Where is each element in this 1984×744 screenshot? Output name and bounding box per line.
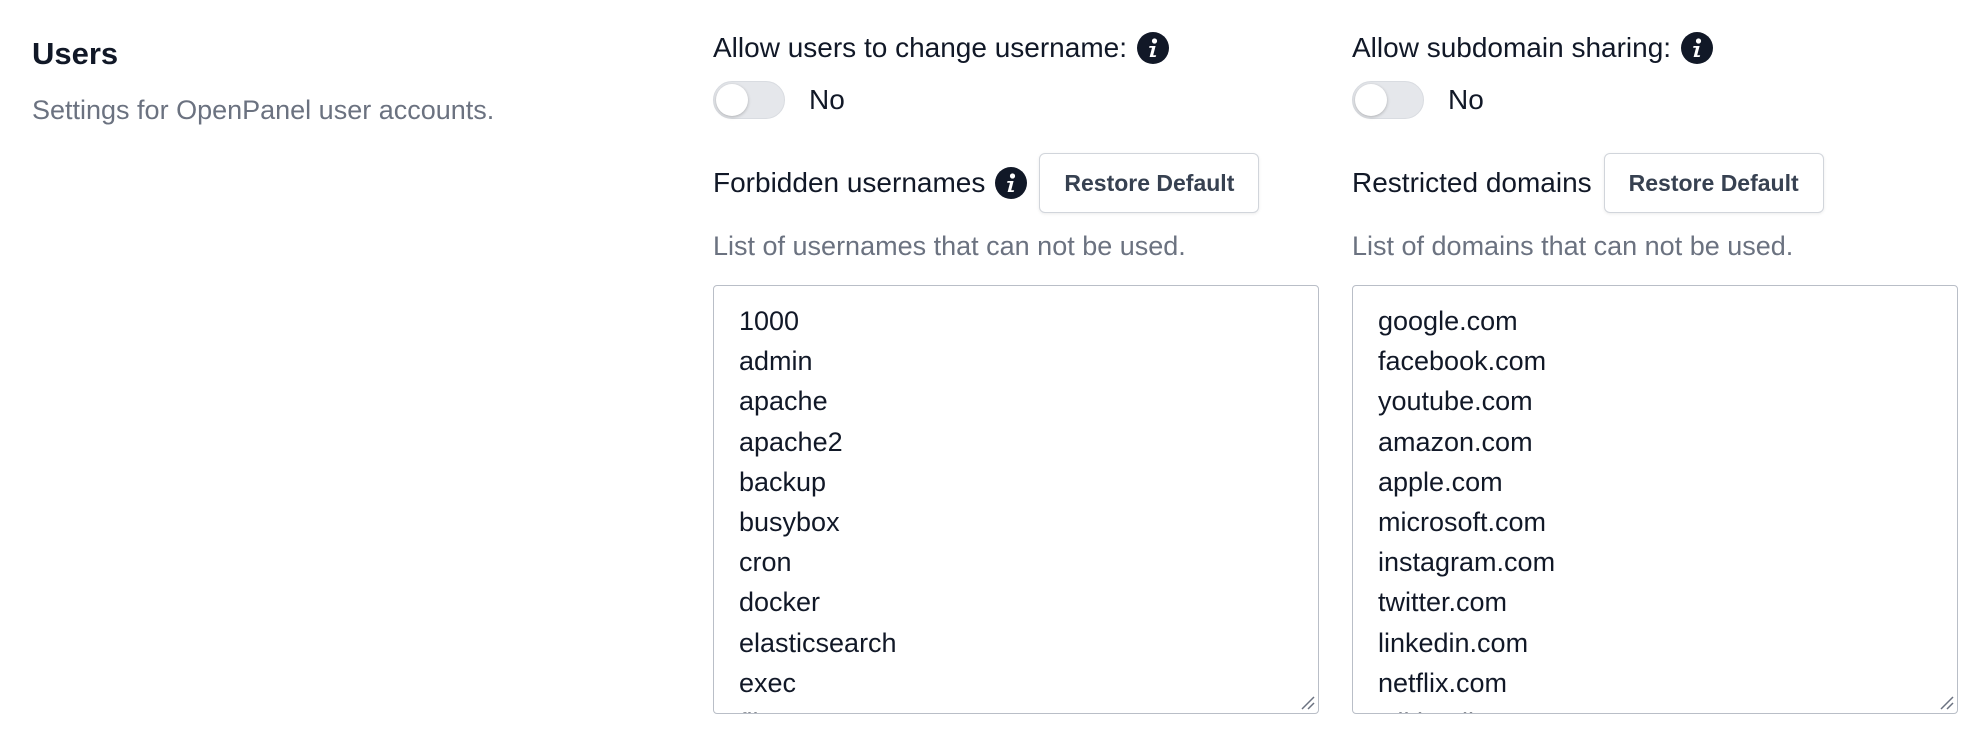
info-icon[interactable]: [995, 167, 1028, 199]
subdomain-sharing-state: No: [1448, 84, 1484, 115]
list-item: twitter.com: [1378, 587, 1508, 618]
info-icon[interactable]: [1681, 32, 1714, 64]
list-item: busybox: [739, 507, 840, 538]
list-item: apple.com: [1378, 466, 1503, 497]
list-item: apache: [739, 386, 828, 417]
restricted-domains-textarea[interactable]: google.com facebook.com youtube.com amazon.…: [1352, 285, 1958, 714]
list-item: docker: [739, 587, 821, 618]
list-item: apache2: [739, 426, 843, 457]
toggle-knob: [1355, 84, 1387, 116]
forbidden-usernames-header: Forbidden usernames Restore Default: [713, 153, 1260, 213]
restore-default-domains-button[interactable]: Restore Default: [1603, 153, 1824, 213]
list-item: backup: [739, 466, 827, 497]
restricted-domains-help: List of domains that can not be used.: [1352, 231, 1794, 261]
forbidden-usernames-list: 1000 admin apache apache2 backup busybox cron d…: [714, 286, 1318, 713]
forbidden-usernames-help: List of usernames that can not be used.: [713, 231, 1186, 261]
list-item: exec: [739, 667, 797, 698]
change-username-state: No: [809, 84, 845, 115]
list-item: linkedin.com: [1378, 627, 1529, 658]
subdomain-sharing-toggle-row: No: [1352, 81, 1484, 119]
change-username-label: Allow users to change username:: [713, 32, 1127, 63]
list-item: netflix.com: [1378, 667, 1508, 698]
forbidden-usernames-label: Forbidden usernames: [713, 167, 986, 198]
list-item: cron: [739, 547, 792, 578]
settings-intro: Users Settings for OpenPanel user accoun…: [32, 34, 592, 128]
subdomain-sharing-label: Allow subdomain sharing:: [1352, 32, 1672, 63]
restore-default-usernames-button[interactable]: Restore Default: [1039, 153, 1260, 213]
section-description: Settings for OpenPanel user accounts.: [32, 95, 495, 125]
restricted-domains-label: Restricted domains: [1352, 167, 1592, 198]
subdomain-sharing-label-row: Allow subdomain sharing:: [1352, 30, 1714, 66]
toggle-knob: [716, 84, 748, 116]
info-icon[interactable]: [1137, 32, 1169, 64]
change-username-toggle-row: No: [713, 81, 845, 119]
subdomain-sharing-toggle[interactable]: [1352, 81, 1424, 119]
list-item: file: [739, 703, 1318, 713]
list-item: wikipedia.org: [1378, 703, 1957, 713]
list-item: facebook.com: [1378, 346, 1547, 377]
list-item: admin: [739, 346, 813, 377]
list-item: instagram.com: [1378, 547, 1556, 578]
change-username-label-row: Allow users to change username:: [713, 30, 1169, 66]
restricted-domains-list: google.com facebook.com youtube.com amazon.…: [1353, 286, 1957, 713]
resize-handle-icon[interactable]: [1938, 694, 1954, 710]
list-item: amazon.com: [1378, 426, 1533, 457]
section-title: Users: [32, 36, 119, 71]
list-item: 1000: [739, 306, 800, 336]
list-item: elasticsearch: [739, 627, 897, 658]
list-item: microsoft.com: [1378, 507, 1547, 538]
change-username-toggle[interactable]: [713, 81, 785, 119]
list-item: youtube.com: [1378, 386, 1533, 417]
resize-handle-icon[interactable]: [1299, 694, 1315, 710]
forbidden-usernames-textarea[interactable]: 1000 admin apache apache2 backup busybox cron d…: [713, 285, 1319, 714]
list-item: google.com: [1378, 306, 1518, 336]
restricted-domains-header: Restricted domains Restore Default: [1352, 153, 1824, 213]
